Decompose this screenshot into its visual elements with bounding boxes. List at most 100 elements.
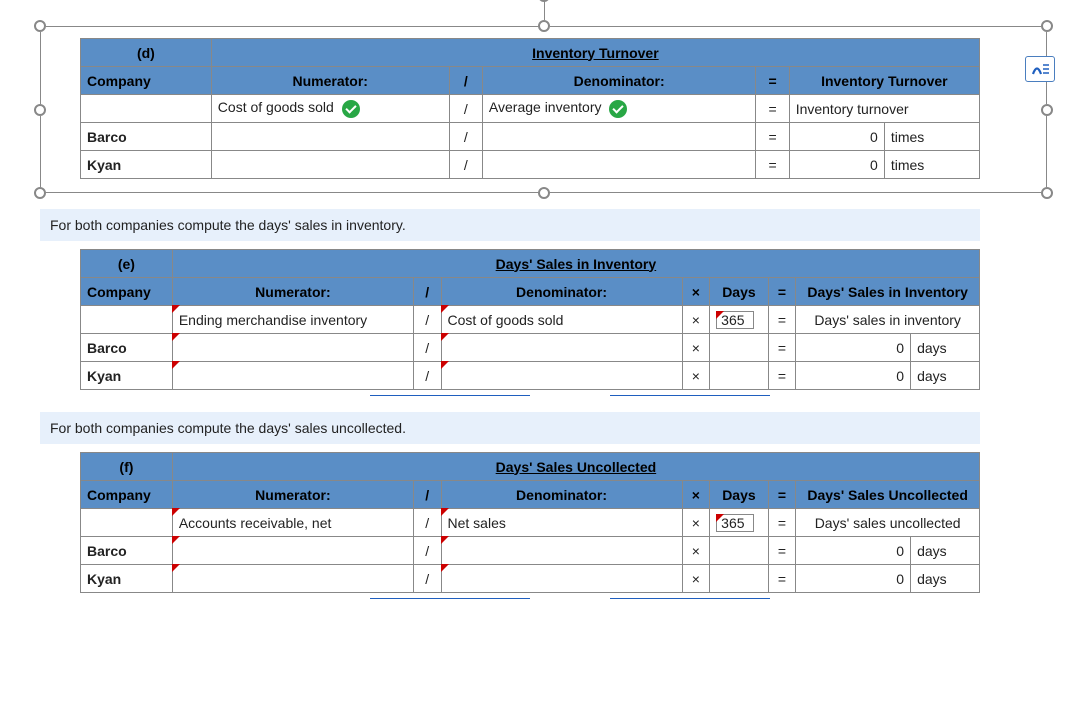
col-x: × — [682, 481, 710, 509]
numerator-input[interactable] — [172, 565, 413, 593]
col-eq: = — [768, 278, 796, 306]
tag: (d) — [81, 39, 212, 67]
check-icon — [342, 100, 360, 118]
company: Barco — [81, 334, 173, 362]
check-icon — [609, 100, 627, 118]
decorative-underline — [40, 390, 940, 396]
result-value: 0 — [796, 362, 911, 390]
days-value[interactable]: 365 — [710, 306, 769, 334]
result-unit: days — [911, 565, 980, 593]
frame-edge — [46, 26, 538, 27]
result-label: Days' sales in inventory — [796, 306, 980, 334]
table-row: Kyan / × = 0 days — [81, 362, 980, 390]
denominator-input[interactable] — [441, 565, 682, 593]
table-title: Inventory Turnover — [211, 39, 979, 67]
result-value: 0 — [796, 565, 911, 593]
frame-edge — [550, 26, 1042, 27]
decorative-underline — [40, 593, 940, 599]
col-denominator: Denominator: — [441, 481, 682, 509]
numerator-select[interactable]: Accounts receivable, net — [172, 509, 413, 537]
result-unit: times — [884, 151, 979, 179]
rotate-handle[interactable] — [538, 0, 550, 2]
company: Barco — [81, 123, 212, 151]
numerator-input[interactable] — [172, 334, 413, 362]
days-input[interactable] — [710, 362, 769, 390]
col-company: Company — [81, 67, 212, 95]
table-f: (f) Days' Sales Uncollected Company Nume… — [80, 452, 980, 593]
col-slash: / — [413, 278, 441, 306]
tag: (f) — [81, 453, 173, 481]
numerator-select[interactable]: Ending merchandise inventory — [172, 306, 413, 334]
col-eq: = — [768, 481, 796, 509]
result-unit: times — [884, 123, 979, 151]
col-denominator: Denominator: — [482, 67, 756, 95]
result-value: 0 — [789, 123, 884, 151]
company: Barco — [81, 537, 173, 565]
frame-connector — [544, 0, 545, 20]
table-row: Kyan / × = 0 days — [81, 565, 980, 593]
result-unit: days — [911, 362, 980, 390]
col-numerator: Numerator: — [211, 67, 449, 95]
table-d: (d) Inventory Turnover Company Numerator… — [80, 38, 980, 179]
resize-handle[interactable] — [538, 20, 550, 32]
table-row: Kyan / = 0 times — [81, 151, 980, 179]
denominator-select[interactable]: Average inventory — [482, 95, 756, 123]
frame-edge — [550, 192, 1042, 193]
denominator-input[interactable] — [482, 151, 756, 179]
table-row: Ending merchandise inventory / Cost of g… — [81, 306, 980, 334]
col-numerator: Numerator: — [172, 481, 413, 509]
col-numerator: Numerator: — [172, 278, 413, 306]
text-style-icon — [1030, 61, 1050, 77]
numerator-input[interactable] — [172, 362, 413, 390]
numerator-input[interactable] — [211, 123, 449, 151]
col-days: Days — [710, 481, 769, 509]
table-row: Barco / × = 0 days — [81, 537, 980, 565]
result-value: 0 — [789, 151, 884, 179]
denominator-select[interactable]: Cost of goods sold — [441, 306, 682, 334]
tag: (e) — [81, 250, 173, 278]
resize-handle[interactable] — [34, 187, 46, 199]
days-input[interactable] — [710, 537, 769, 565]
numerator-select[interactable]: Cost of goods sold — [211, 95, 449, 123]
result-value: 0 — [796, 537, 911, 565]
col-company: Company — [81, 481, 173, 509]
numerator-input[interactable] — [211, 151, 449, 179]
denominator-input[interactable] — [441, 334, 682, 362]
result-unit: days — [911, 537, 980, 565]
result-label: Days' sales uncollected — [796, 509, 980, 537]
days-input[interactable] — [710, 334, 769, 362]
numerator-input[interactable] — [172, 537, 413, 565]
table-row: Cost of goods sold / Average inventory =… — [81, 95, 980, 123]
resize-handle[interactable] — [1041, 20, 1053, 32]
days-value[interactable]: 365 — [710, 509, 769, 537]
col-result: Days' Sales in Inventory — [796, 278, 980, 306]
table-title: Days' Sales in Inventory — [172, 250, 979, 278]
frame-edge — [40, 116, 41, 188]
table-e: (e) Days' Sales in Inventory Company Num… — [80, 249, 980, 390]
table-title: Days' Sales Uncollected — [172, 453, 979, 481]
denominator-input[interactable] — [441, 537, 682, 565]
result-value: 0 — [796, 334, 911, 362]
denominator-select[interactable]: Net sales — [441, 509, 682, 537]
resize-handle[interactable] — [34, 20, 46, 32]
resize-handle[interactable] — [1041, 187, 1053, 199]
resize-handle[interactable] — [1041, 104, 1053, 116]
denominator-input[interactable] — [441, 362, 682, 390]
frame-edge — [1046, 116, 1047, 188]
selected-object-frame[interactable]: (d) Inventory Turnover Company Numerator… — [40, 26, 1047, 193]
table-row: Accounts receivable, net / Net sales × 3… — [81, 509, 980, 537]
frame-edge — [46, 192, 538, 193]
col-x: × — [682, 278, 710, 306]
resize-handle[interactable] — [538, 187, 550, 199]
col-slash: / — [413, 481, 441, 509]
result-label: Inventory turnover — [789, 95, 979, 123]
table-row: Barco / × = 0 days — [81, 334, 980, 362]
instruction-text: For both companies compute the days' sal… — [40, 209, 980, 241]
instruction-text: For both companies compute the days' sal… — [40, 412, 980, 444]
format-options-button[interactable] — [1025, 56, 1055, 82]
days-input[interactable] — [710, 565, 769, 593]
resize-handle[interactable] — [34, 104, 46, 116]
denominator-input[interactable] — [482, 123, 756, 151]
col-slash: / — [449, 67, 482, 95]
col-result: Days' Sales Uncollected — [796, 481, 980, 509]
